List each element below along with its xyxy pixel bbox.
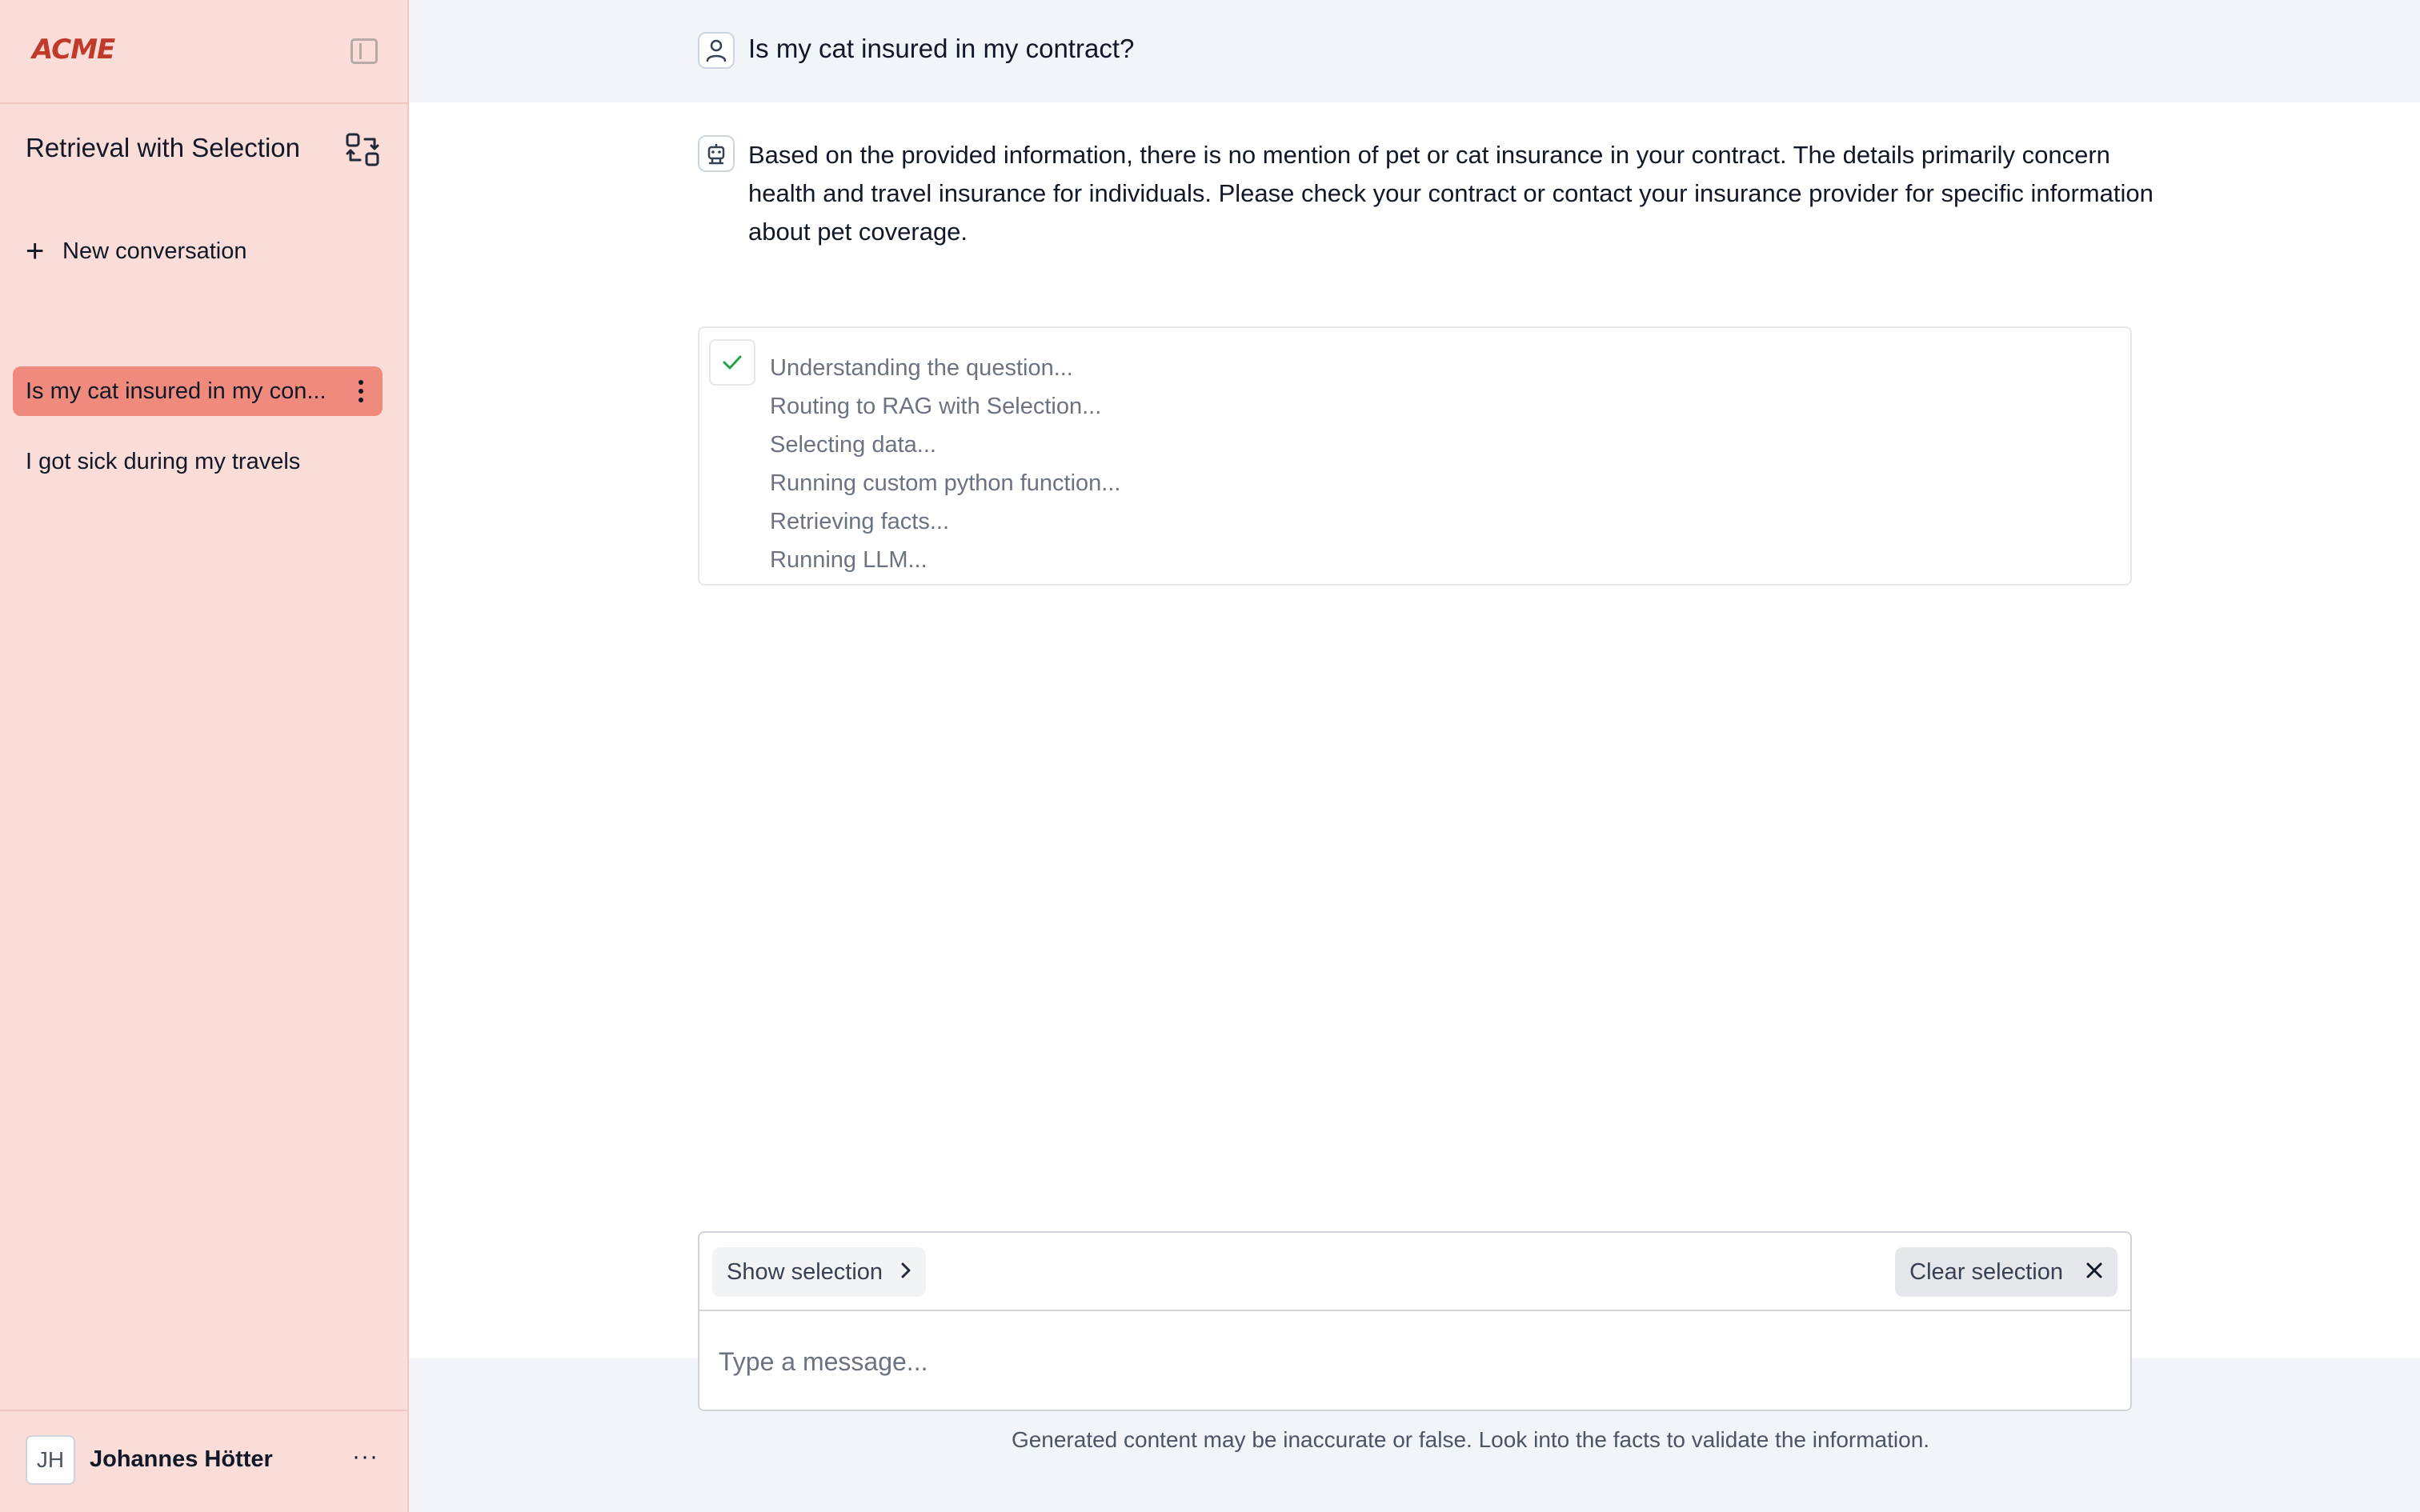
step-item: Selecting data... xyxy=(770,432,936,458)
assistant-answer: Based on the provided information, there… xyxy=(748,141,2154,246)
step-item: Routing to RAG with Selection... xyxy=(770,394,1102,419)
plus-icon: + xyxy=(26,234,45,269)
chevron-right-icon xyxy=(900,1259,912,1286)
step-item: Running custom python function... xyxy=(770,470,1121,496)
step-item: Understanding the question... xyxy=(770,355,1073,381)
kebab-icon[interactable] xyxy=(359,380,365,402)
check-icon xyxy=(709,339,755,386)
user-question: Is my cat insured in my contract? xyxy=(748,34,1135,63)
selection-bar: Show selection Clear selection xyxy=(699,1233,2130,1311)
step-item: Running LLM... xyxy=(770,547,928,573)
conversation-item-active[interactable]: Is my cat insured in my con... xyxy=(13,366,383,416)
conversation-item[interactable]: I got sick during my travels xyxy=(13,437,383,486)
step-item: Retrieving facts... xyxy=(770,509,950,534)
app: ACME Retrieval with Selection + New conv… xyxy=(0,0,2420,1512)
user-name: Johannes Hötter xyxy=(90,1446,273,1472)
message-input[interactable] xyxy=(719,1342,2111,1382)
bot-icon xyxy=(698,135,735,172)
close-icon xyxy=(2085,1259,2103,1286)
sidebar-toggle-icon[interactable] xyxy=(351,38,378,64)
avatar[interactable]: JH xyxy=(26,1435,75,1485)
user-menu-button[interactable]: ··· xyxy=(352,1443,379,1470)
show-selection-label: Show selection xyxy=(727,1258,883,1285)
clear-selection-label: Clear selection xyxy=(1909,1258,2063,1285)
disclaimer: Generated content may be inaccurate or f… xyxy=(1011,1427,1930,1452)
sidebar: ACME Retrieval with Selection + New conv… xyxy=(0,0,409,1512)
agent-title: Retrieval with Selection xyxy=(26,133,300,162)
user-panel: JH Johannes Hötter ··· xyxy=(0,1410,407,1512)
switch-agent-icon[interactable] xyxy=(344,131,381,168)
message-composer: Show selection Clear selection xyxy=(698,1231,2132,1411)
user-icon xyxy=(698,32,735,69)
conversation-label: I got sick during my travels xyxy=(26,448,301,474)
chat-main: Is my cat insured in my contract? Based … xyxy=(409,0,2420,1512)
new-conversation-button[interactable]: + New conversation xyxy=(26,234,247,269)
logo: ACME xyxy=(32,34,115,66)
step-list: Understanding the question... Routing to… xyxy=(770,349,1120,579)
pipeline-steps[interactable]: Understanding the question... Routing to… xyxy=(698,326,2132,586)
show-selection-button[interactable]: Show selection xyxy=(712,1247,927,1297)
new-conversation-label: New conversation xyxy=(62,238,247,264)
conversation-label: Is my cat insured in my con... xyxy=(26,378,327,404)
clear-selection-button[interactable]: Clear selection xyxy=(1895,1247,2118,1297)
sidebar-header: ACME xyxy=(0,0,407,104)
